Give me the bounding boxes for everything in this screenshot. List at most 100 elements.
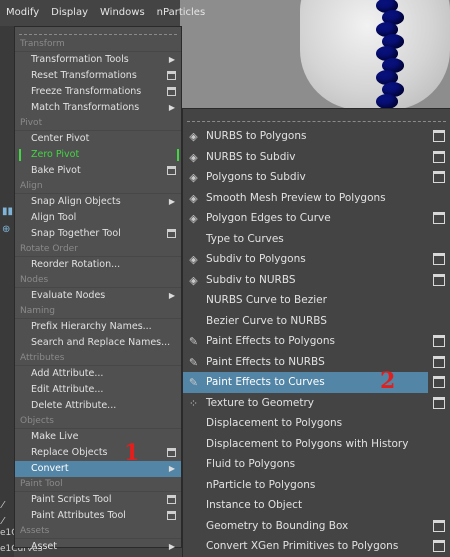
convert-item-convert-xgen-primitives-to-polygons[interactable]: Convert XGen Primitives to Polygons [183,536,450,557]
menu-item-paint-attributes-tool[interactable]: Paint Attributes Tool [15,508,181,524]
convert-item-label: Convert XGen Primitives to Polygons [206,540,399,552]
section-header-nodes: Nodes [15,273,181,288]
option-box-icon[interactable] [167,229,176,238]
option-box-icon[interactable] [167,87,176,96]
option-box-icon[interactable] [167,71,176,80]
menu-item-label: Asset [31,541,57,552]
convert-item-texture-to-geometry[interactable]: ⁘ Texture to Geometry [183,393,450,414]
option-box-icon[interactable] [433,212,445,224]
submenu-arrow-icon: ▶ [168,291,175,300]
brush-icon: ✎ [188,335,199,348]
option-box-icon[interactable] [433,253,445,265]
nurbs-subdiv-icon: ◈ [189,150,198,164]
menu-item-label: Bake Pivot [31,165,81,176]
menu-item-replace-objects[interactable]: Replace Objects [15,445,181,461]
option-box-icon[interactable] [167,495,176,504]
option-box-icon[interactable] [433,376,445,388]
menu-item-label: Prefix Hierarchy Names... [31,321,152,332]
menu-item-transformation-tools[interactable]: Transformation Tools ▶ [15,52,181,68]
brush-icon: ✎ [188,355,199,369]
convert-item-label: Subdiv to NURBS [206,273,296,286]
convert-item-label: Geometry to Bounding Box [206,519,349,532]
convert-item-nurbs-to-subdiv[interactable]: ◈ NURBS to Subdiv [183,147,450,168]
section-header-rotate-order: Rotate Order [15,242,181,257]
option-box-icon[interactable] [433,130,445,142]
menu-item-label: Freeze Transformations [31,86,142,97]
section-header-objects: Objects [15,414,181,429]
convert-item-paint-effects-to-nurbs[interactable]: ✎ Paint Effects to NURBS [183,352,450,373]
menu-nparticles[interactable]: nParticles [151,0,212,26]
subdiv-nurbs-icon: ◈ [189,273,198,287]
convert-item-nparticle-to-polygons[interactable]: nParticle to Polygons [183,475,450,496]
tear-off-handle[interactable] [187,111,446,122]
option-box-icon[interactable] [433,150,445,163]
menu-item-reset-transformations[interactable]: Reset Transformations [15,68,181,84]
convert-item-fluid-to-polygons[interactable]: Fluid to Polygons [183,454,450,475]
menu-item-paint-scripts-tool[interactable]: Paint Scripts Tool [15,492,181,508]
menu-item-match-transformations[interactable]: Match Transformations ▶ [15,100,181,116]
convert-item-nurbs-curve-to-bezier[interactable]: NURBS Curve to Bezier [183,290,450,311]
option-box-icon[interactable] [433,273,445,286]
convert-item-subdiv-to-nurbs[interactable]: ◈ Subdiv to NURBS [183,270,450,291]
menu-item-align-tool[interactable]: Align Tool [15,210,181,226]
menu-item-edit-attribute[interactable]: Edit Attribute... [15,382,181,398]
paint-brush-icon[interactable]: ⁄ [2,500,4,511]
smooth-mesh-icon: ◈ [189,191,198,205]
menu-item-delete-attribute[interactable]: Delete Attribute... [15,398,181,414]
convert-item-polygons-to-subdiv[interactable]: ◈ Polygons to Subdiv [183,167,450,188]
option-box-icon[interactable] [167,511,176,520]
menu-item-asset[interactable]: Asset ▶ [15,539,181,555]
convert-item-nurbs-to-polygons[interactable]: ◈ NURBS to Polygons [183,126,450,147]
menu-item-snap-together-tool[interactable]: Snap Together Tool [15,226,181,242]
convert-item-label: NURBS to Subdiv [206,150,296,163]
menu-item-label: Paint Scripts Tool [31,494,112,505]
menu-item-freeze-transformations[interactable]: Freeze Transformations [15,84,181,100]
convert-item-label: Paint Effects to Polygons [206,335,335,347]
convert-item-displacement-to-polygons[interactable]: Displacement to Polygons [183,413,450,434]
menu-item-evaluate-nodes[interactable]: Evaluate Nodes ▶ [15,288,181,304]
section-header-assets: Assets [15,524,181,539]
menu-item-bake-pivot[interactable]: Bake Pivot [15,163,181,179]
menu-item-convert[interactable]: Convert ▶ [15,461,181,477]
convert-item-subdiv-to-polygons[interactable]: ◈ Subdiv to Polygons [183,249,450,270]
toolbar-icon[interactable]: ⊕ [2,224,10,235]
convert-item-bezier-curve-to-nurbs[interactable]: Bezier Curve to NURBS [183,311,450,332]
section-header-transform: Transform [15,37,181,52]
texture-geo-icon: ⁘ [188,396,199,410]
option-box-icon[interactable] [433,519,445,532]
convert-item-paint-effects-to-polygons[interactable]: ✎ Paint Effects to Polygons [183,331,450,352]
toolbar-icon[interactable]: ▮▮ [2,206,13,217]
menu-item-label: Make Live [31,431,79,442]
menu-item-label: Evaluate Nodes [31,290,106,301]
menu-item-add-attribute[interactable]: Add Attribute... [15,366,181,382]
convert-item-instance-to-object[interactable]: Instance to Object [183,495,450,516]
option-box-icon[interactable] [433,355,445,368]
convert-item-type-to-curves[interactable]: Type to Curves [183,229,450,250]
menu-display[interactable]: Display [45,0,94,26]
viewport-3d[interactable] [180,0,450,110]
menu-item-zero-pivot[interactable]: Zero Pivot [15,147,181,163]
option-box-icon[interactable] [433,171,445,183]
convert-item-label: Polygons to Subdiv [206,171,306,183]
option-box-icon[interactable] [433,335,445,347]
menu-item-reorder-rotation[interactable]: Reorder Rotation... [15,257,181,273]
menu-item-make-live[interactable]: Make Live [15,429,181,445]
option-box-icon[interactable] [433,540,445,552]
menu-item-search-and-replace-names[interactable]: Search and Replace Names... [15,335,181,351]
option-box-icon[interactable] [167,448,176,457]
convert-item-smooth-mesh-preview-to-polygons[interactable]: ◈ Smooth Mesh Preview to Polygons [183,188,450,209]
convert-item-label: NURBS to Polygons [206,130,307,142]
menu-windows[interactable]: Windows [94,0,151,26]
menu-item-snap-align-objects[interactable]: Snap Align Objects ▶ [15,194,181,210]
option-box-icon[interactable] [167,166,176,175]
convert-item-geometry-to-bounding-box[interactable]: Geometry to Bounding Box [183,516,450,537]
tear-off-handle[interactable] [19,28,177,35]
menu-modify[interactable]: Modify [0,0,45,26]
convert-item-polygon-edges-to-curve[interactable]: ◈ Polygon Edges to Curve [183,208,450,229]
convert-item-displacement-to-polygons-with-history[interactable]: Displacement to Polygons with History [183,434,450,455]
option-box-icon[interactable] [433,396,445,409]
menu-item-center-pivot[interactable]: Center Pivot [15,131,181,147]
paint-brush-icon[interactable]: ⁄ [2,516,4,527]
marking-bracket [19,149,21,161]
menu-item-prefix-hierarchy-names[interactable]: Prefix Hierarchy Names... [15,319,181,335]
